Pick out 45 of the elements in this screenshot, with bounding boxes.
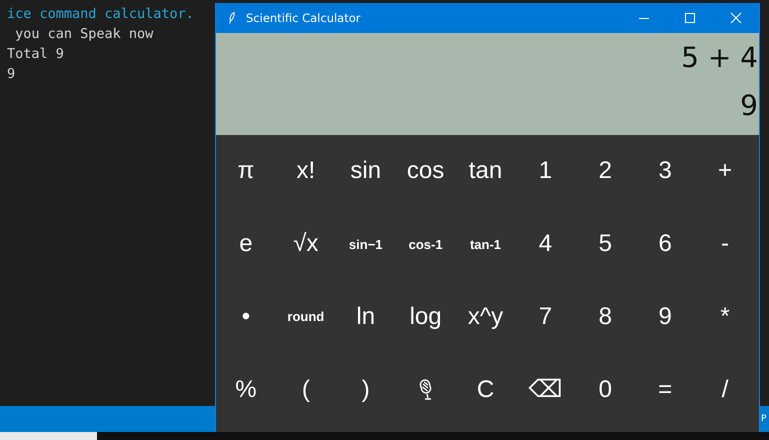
calculator-key[interactable]: 0 (598, 378, 612, 402)
calculator-key[interactable]: sin−1 (348, 238, 383, 251)
console-line: 9 (7, 65, 16, 84)
calculator-key[interactable]: 3 (658, 159, 672, 184)
calculator-key[interactable]: 6 (658, 232, 672, 256)
calculator-key[interactable]: √x (293, 232, 318, 256)
calculator-key[interactable]: / (722, 378, 728, 402)
calculator-key[interactable]: 4 (538, 232, 552, 256)
calculator-key[interactable]: ⌫ (528, 378, 562, 402)
calculator-key[interactable]: e (239, 232, 253, 256)
calculator-key[interactable]: cos-1 (408, 238, 443, 251)
microphone-button[interactable] (418, 378, 434, 401)
calculator-key[interactable]: ) (362, 378, 370, 402)
calculator-key[interactable]: x! (296, 159, 316, 184)
calculator-key[interactable]: log (410, 304, 442, 329)
calculator-key[interactable]: ( (302, 378, 310, 402)
calculator-key[interactable]: tan (468, 159, 502, 184)
calculator-key[interactable]: 5 (598, 232, 612, 256)
calculator-key[interactable]: π (238, 159, 254, 184)
calculator-key[interactable]: - (721, 232, 730, 256)
status-text: P (761, 414, 768, 424)
calculator-key[interactable]: 9 (658, 304, 672, 329)
calculator-key[interactable]: ln (356, 304, 376, 329)
calculator-key[interactable]: * (720, 304, 730, 329)
calculator-key[interactable]: 1 (538, 159, 552, 184)
calculator-key[interactable]: % (235, 378, 257, 402)
console-line: Total 9 (7, 45, 64, 64)
console-line: ice command calculator. (7, 5, 194, 24)
feather-icon (228, 11, 236, 25)
calculator-key[interactable]: = (658, 378, 672, 402)
calculator-key[interactable]: cos (406, 159, 444, 184)
calculator-key[interactable]: sin (350, 159, 382, 184)
calculator-key[interactable]: 8 (598, 304, 612, 329)
calculator-key[interactable]: + (718, 159, 732, 184)
calculator-key[interactable]: x^y (468, 304, 504, 329)
result-text: 9 (740, 89, 758, 123)
expression-text: 5 + 4 (681, 41, 758, 75)
calculator-key[interactable]: 2 (598, 159, 612, 184)
calculator-key[interactable]: round (287, 310, 324, 324)
calculator-key[interactable]: • (242, 304, 250, 329)
calculator-key[interactable]: tan-1 (470, 238, 502, 251)
window-title: Scientific Calculator (246, 11, 362, 25)
calculator-key[interactable]: 7 (538, 304, 552, 329)
console-line: you can Speak now (14, 25, 154, 44)
calculator-key[interactable]: C (476, 378, 494, 402)
